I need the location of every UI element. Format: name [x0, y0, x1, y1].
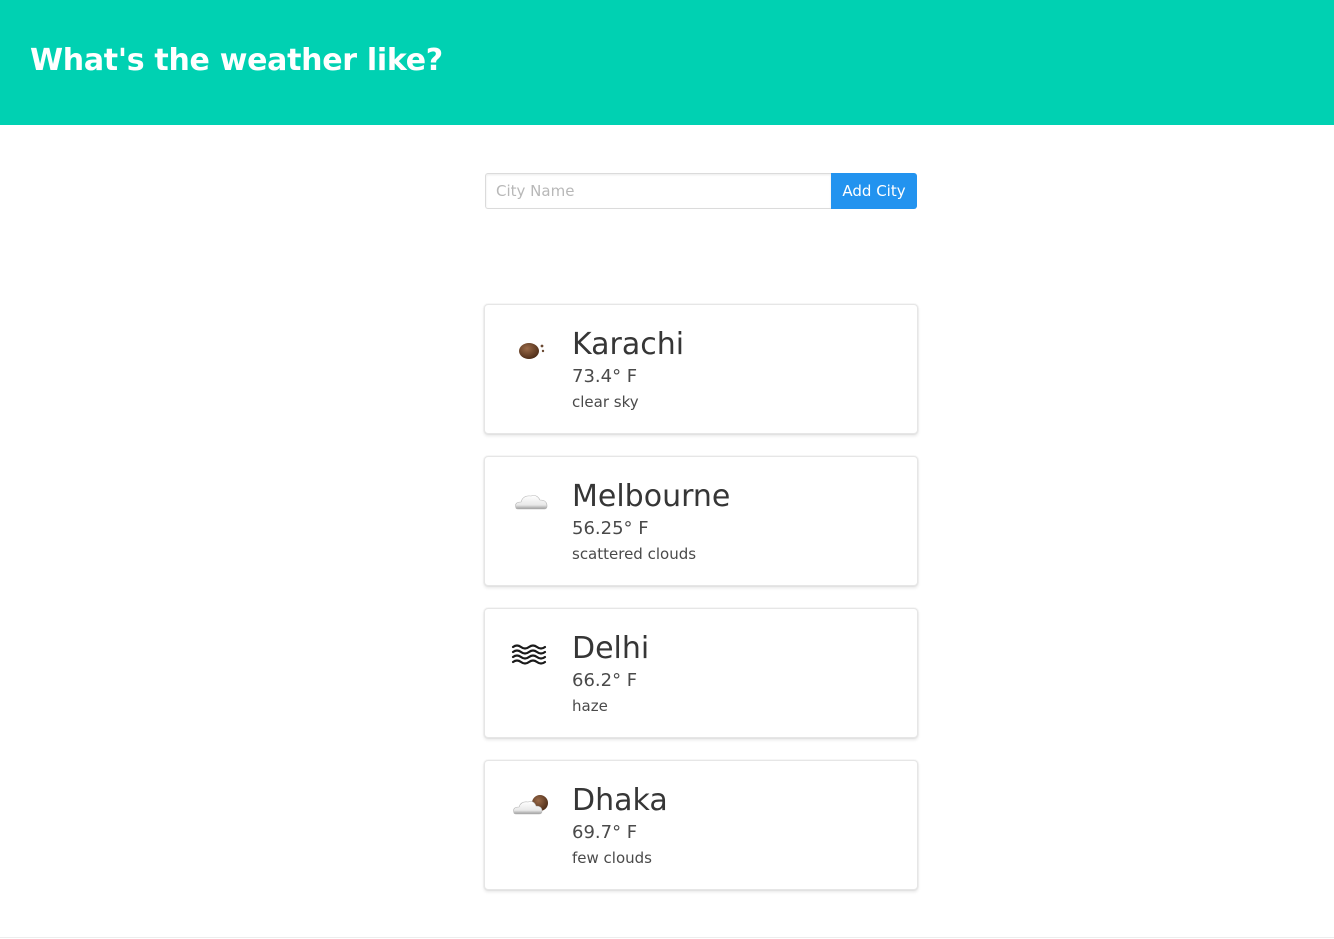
weather-description: haze	[572, 697, 608, 715]
weather-card-list: Karachi 73.4° F clear sky Melbourne 56.2…	[484, 304, 918, 912]
hero-banner: What's the weather like?	[0, 0, 1334, 125]
weather-card: Dhaka 69.7° F few clouds	[484, 760, 918, 890]
page-title: What's the weather like?	[30, 43, 443, 78]
city-name: Karachi	[572, 327, 685, 362]
city-temperature: 69.7° F	[572, 822, 638, 843]
cloud-moon-icon	[511, 787, 551, 823]
city-temperature: 56.25° F	[572, 518, 649, 539]
city-name-input[interactable]	[485, 173, 831, 209]
city-name: Dhaka	[572, 783, 668, 818]
weather-description: few clouds	[572, 849, 652, 867]
city-temperature: 66.2° F	[572, 670, 638, 691]
weather-description: clear sky	[572, 393, 639, 411]
cloud-icon	[511, 483, 551, 519]
city-name: Delhi	[572, 631, 650, 666]
weather-card: Melbourne 56.25° F scattered clouds	[484, 456, 918, 586]
city-temperature: 73.4° F	[572, 366, 638, 387]
add-city-form: Add City	[485, 173, 917, 209]
haze-icon	[511, 635, 551, 671]
city-name: Melbourne	[572, 479, 731, 514]
clear-night-moon-icon	[511, 331, 551, 367]
weather-description: scattered clouds	[572, 545, 697, 563]
weather-card: Karachi 73.4° F clear sky	[484, 304, 918, 434]
weather-card: Delhi 66.2° F haze	[484, 608, 918, 738]
add-city-button[interactable]: Add City	[831, 173, 917, 209]
page-bottom-divider	[0, 937, 1334, 938]
